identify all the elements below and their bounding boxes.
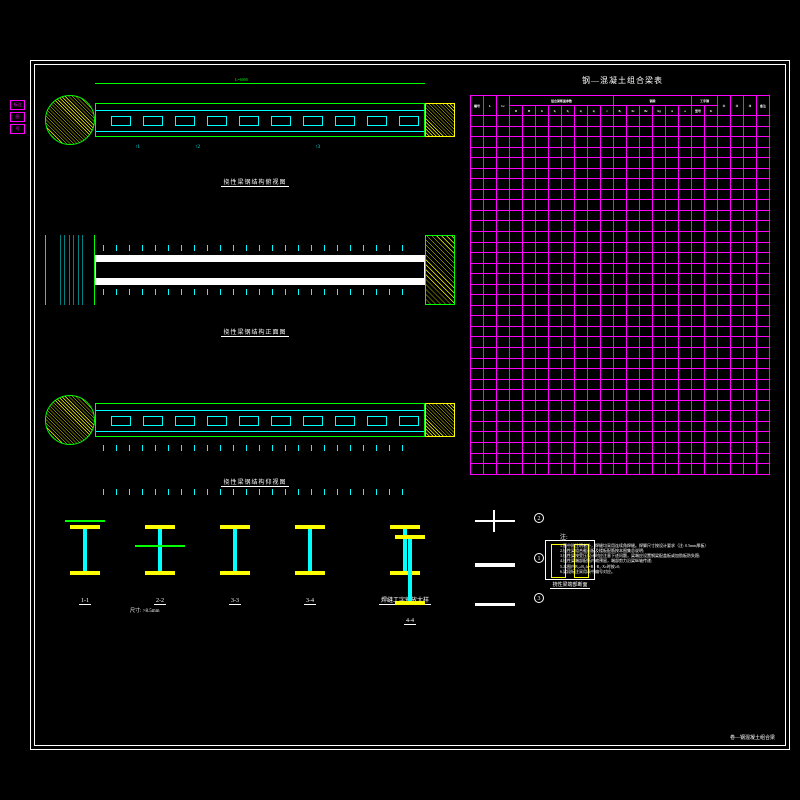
section-label: 2-2: [130, 598, 190, 605]
bot-flange: [96, 278, 424, 284]
slot: [335, 116, 355, 126]
notes-heading: 注:: [560, 535, 780, 543]
section-mark: ↑3: [315, 145, 320, 150]
plate: [135, 545, 185, 547]
section-mark: ↑1: [135, 145, 140, 150]
detail-4-4: 4-4: [380, 525, 440, 615]
slot: [367, 416, 387, 426]
isec: [70, 525, 100, 575]
slot: [111, 116, 131, 126]
end-block: [425, 403, 455, 437]
slot: [239, 116, 259, 126]
strip-cell: 号: [10, 124, 25, 134]
strip-cell: 图: [10, 112, 25, 122]
isec: [295, 525, 325, 575]
view-caption: 挠性梁钢结构仰视图: [55, 477, 455, 487]
section-label: 3-3: [205, 598, 265, 605]
slot: [303, 416, 323, 426]
isec: [220, 525, 250, 575]
slot: [335, 416, 355, 426]
view-caption: 挠性梁钢结构正面图: [55, 327, 455, 337]
slot: [175, 416, 195, 426]
beam-outline: [95, 403, 425, 437]
section-3-3: 3-3: [205, 515, 265, 595]
page-border: L=6000 ↑1 ↑2 ↑3 挠性梁钢结构俯视图 /* slots */: [30, 60, 790, 750]
end-support: [425, 235, 455, 305]
section-3-4: 3-4: [280, 515, 340, 595]
slot: [303, 116, 323, 126]
view-caption: 挠性梁钢结构俯视图: [55, 177, 455, 187]
plate: [65, 520, 105, 522]
column-circle: [45, 395, 95, 445]
rhs-panel: 钢—混凝土组合梁表 编号LLc组合梁断面参数钢梁工字钢①②③备注 BHhb₁b₂…: [460, 65, 785, 745]
slot: [207, 416, 227, 426]
slot: [399, 116, 419, 126]
slot: [175, 116, 195, 126]
beam-outline: [95, 103, 425, 137]
isec: [145, 525, 175, 575]
section-label: 4-4: [380, 618, 440, 625]
notes-block: 注: 1.图中除注明者外，焊缝均采用连续角焊缝。焊脚尺寸按设计要求（注: 0.5…: [560, 535, 780, 574]
beam-elev: [95, 255, 425, 285]
revision-strip: 标注 图 号: [10, 100, 25, 136]
slot: [207, 116, 227, 126]
slot: [271, 416, 291, 426]
slot: [143, 416, 163, 426]
slot: [239, 416, 259, 426]
slot: [367, 116, 387, 126]
section-label: 3-4: [280, 598, 340, 605]
isec: [395, 535, 425, 605]
view-top: L=6000 ↑1 ↑2 ↑3 挠性梁钢结构俯视图 /* slots */: [55, 75, 455, 175]
slot: [271, 116, 291, 126]
section-mark: ↑2: [195, 145, 200, 150]
slot: [143, 116, 163, 126]
strip-cell: 标注: [10, 100, 25, 110]
view-elevation: 挠性梁钢结构正面图: [55, 225, 455, 325]
inner-border: L=6000 ↑1 ↑2 ↑3 挠性梁钢结构俯视图 /* slots */: [34, 64, 786, 746]
view-bottom: 挠性梁钢结构仰视图: [55, 375, 455, 475]
dim-span-text: L=6000: [235, 77, 248, 82]
note-line: 6.梁段标注采用表中编号对应。: [560, 569, 780, 574]
dim-line: [95, 83, 425, 84]
end-block: [425, 103, 455, 137]
column-circle: [45, 95, 95, 145]
top-flange: [96, 256, 424, 262]
weld-note: 尺寸: >8.5mm: [130, 607, 160, 614]
composite-beam-table: 编号LLc组合梁断面参数钢梁工字钢①②③备注 BHhb₁b₂d₁d₂tB₁XcB…: [470, 95, 770, 475]
slot: [111, 416, 131, 426]
section-1-1: 1-1: [55, 515, 115, 595]
section-2-2: 2-2: [130, 515, 190, 595]
slot: [399, 416, 419, 426]
drawing-area: L=6000 ↑1 ↑2 ↑3 挠性梁钢结构俯视图 /* slots */: [35, 65, 465, 745]
section-label: 1-1: [55, 598, 115, 605]
table-title: 钢—混凝土组合梁表: [460, 75, 785, 86]
footer-tag: 卷—钢混凝土组合梁: [730, 734, 775, 741]
column-side: [45, 235, 95, 305]
column-hatch: [56, 235, 86, 305]
